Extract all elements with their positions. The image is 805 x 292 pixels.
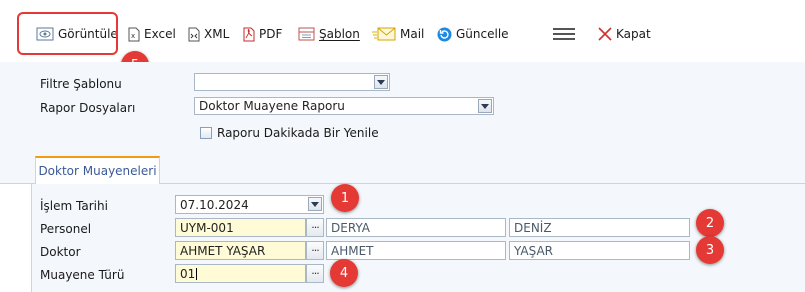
personnel-label: Personel xyxy=(40,222,92,236)
close-icon xyxy=(598,27,612,41)
personnel-last-name-value: DENİZ xyxy=(514,220,552,235)
exam-type-label: Muayene Türü xyxy=(40,268,125,282)
report-files-select[interactable]: Doktor Muayene Raporu xyxy=(194,97,494,115)
tab-doctor-examinations[interactable]: Doktor Muayeneleri xyxy=(35,156,160,185)
template-icon xyxy=(298,27,315,41)
mail-button[interactable]: Mail xyxy=(372,24,424,44)
doctor-last-name-field: YAŞAR xyxy=(509,241,690,260)
tab-panel xyxy=(31,184,805,292)
menu-button[interactable] xyxy=(553,24,575,44)
refresh-minute-checkbox[interactable] xyxy=(200,127,212,139)
date-select[interactable]: 07.10.2024 xyxy=(175,195,324,214)
personnel-lookup-button[interactable]: ··· xyxy=(306,218,324,237)
filter-template-label: Filtre Şablonu xyxy=(40,77,122,91)
mail-icon xyxy=(372,27,396,41)
refresh-label: Güncelle xyxy=(456,27,509,41)
report-page: Görüntüle x Excel XML PDF Şablon Mail Gü… xyxy=(0,0,805,292)
refresh-button[interactable]: Güncelle xyxy=(437,24,509,44)
hamburger-icon xyxy=(553,27,575,41)
personnel-first-name-value: DERYA xyxy=(331,220,370,235)
excel-icon: x xyxy=(128,27,140,42)
report-files-label: Rapor Dosyaları xyxy=(40,101,136,115)
excel-label: Excel xyxy=(144,27,176,41)
filter-template-select[interactable] xyxy=(194,73,390,91)
excel-button[interactable]: x Excel xyxy=(128,24,176,44)
chevron-down-icon[interactable] xyxy=(308,197,322,211)
exam-type-input[interactable]: 01 xyxy=(175,264,306,283)
callout-badge-1: 1 xyxy=(331,184,359,212)
pdf-button[interactable]: PDF xyxy=(243,24,282,44)
tab-strip: Doktor Muayeneleri xyxy=(0,156,805,185)
callout-badge-4: 4 xyxy=(330,259,358,287)
xml-label: XML xyxy=(204,27,230,41)
exam-type-lookup-button[interactable]: ··· xyxy=(306,264,324,283)
doctor-first-name-field: AHMET xyxy=(326,241,506,260)
mail-label: Mail xyxy=(400,27,425,41)
close-label: Kapat xyxy=(616,27,651,41)
filter-section: Filtre Şablonu Rapor Dosyaları Doktor Mu… xyxy=(0,62,805,156)
refresh-minute-label: Raporu Dakikada Bir Yenile xyxy=(217,126,379,140)
template-button[interactable]: Şablon xyxy=(298,24,360,44)
xml-icon xyxy=(188,27,200,42)
view-button-highlight xyxy=(17,12,118,55)
personnel-code-input[interactable]: UYM-001 xyxy=(175,218,306,237)
report-files-value: Doktor Muayene Raporu xyxy=(199,99,345,113)
xml-button[interactable]: XML xyxy=(188,24,229,44)
chevron-down-icon[interactable] xyxy=(478,99,492,113)
doctor-last-name-value: YAŞAR xyxy=(514,243,553,258)
doctor-lookup-button[interactable]: ··· xyxy=(306,241,324,260)
chevron-down-icon[interactable] xyxy=(374,75,388,89)
toolbar: Görüntüle x Excel XML PDF Şablon Mail Gü… xyxy=(0,0,805,79)
doctor-first-name-value: AHMET xyxy=(331,243,374,258)
pdf-icon xyxy=(243,27,255,42)
personnel-first-name-field: DERYA xyxy=(326,218,506,237)
doctor-label: Doktor xyxy=(40,245,81,259)
personnel-last-name-field: DENİZ xyxy=(509,218,690,237)
doctor-code-input[interactable]: AHMET YAŞAR xyxy=(175,241,306,260)
text-cursor xyxy=(196,267,198,280)
callout-badge-2: 2 xyxy=(696,209,724,237)
refresh-icon xyxy=(437,27,452,42)
close-button[interactable]: Kapat xyxy=(598,24,651,44)
exam-type-value: 01 xyxy=(180,266,196,281)
personnel-code-value: UYM-001 xyxy=(180,220,234,235)
callout-badge-3: 3 xyxy=(696,236,724,264)
date-value: 07.10.2024 xyxy=(180,197,249,212)
pdf-label: PDF xyxy=(259,27,283,41)
template-label: Şablon xyxy=(319,27,360,41)
date-label: İşlem Tarihi xyxy=(40,199,108,213)
doctor-code-value: AHMET YAŞAR xyxy=(180,243,266,258)
svg-text:x: x xyxy=(131,32,135,40)
